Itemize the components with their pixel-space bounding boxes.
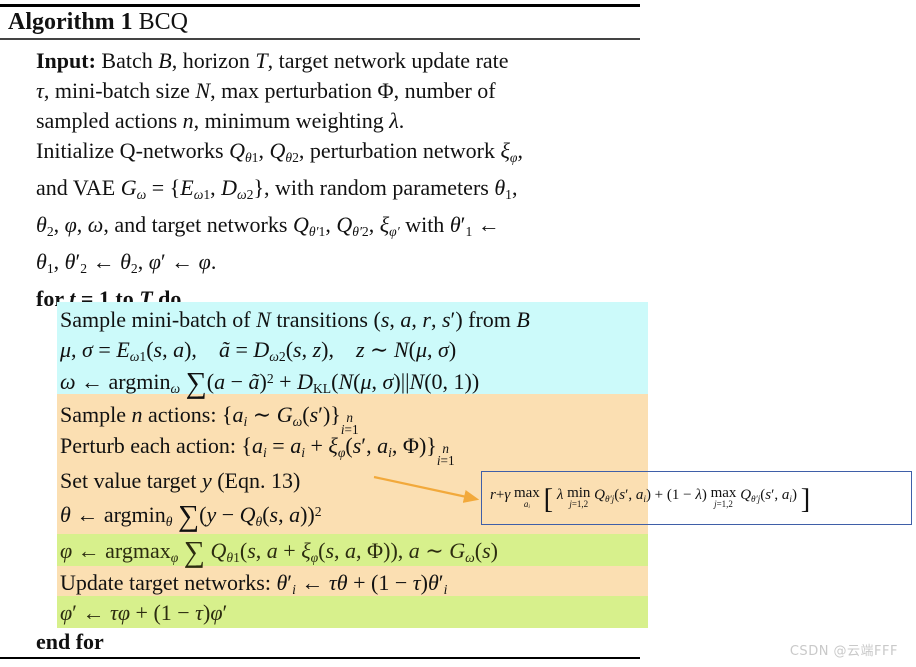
watermark: CSDN @云端FFF (789, 644, 898, 659)
step-set-value-target: Set value target y (Eqn. 13) (60, 468, 301, 493)
top-rule (0, 4, 640, 7)
algorithm-title: Algorithm 1 BCQ (8, 8, 188, 36)
init-line-3: θ2, φ, ω, and target networks Qθ′1, Qθ′2… (36, 212, 500, 240)
algorithm-title-name: BCQ (138, 9, 189, 35)
algorithm-title-number: Algorithm 1 (8, 9, 133, 35)
input-line-3: sampled actions n, minimum weighting λ. (36, 108, 405, 133)
input-line-1: Input: Batch B, horizon T, target networ… (36, 48, 509, 73)
boxed-equation-eqn13: r+γ max ai [ λ min j=1,2 Qθ′j(s′, ai) + (1… (481, 471, 912, 525)
bottom-rule (0, 657, 640, 659)
init-line-4: θ1, θ′2 ← θ2, φ′ ← φ. (36, 249, 217, 277)
step-critic-update: θ ← argminθ ∑(y − Qθ(s, a))2 (60, 500, 322, 533)
init-line-2: and VAE Gω = {Eω1, Dω2}, with random par… (36, 175, 518, 203)
annotation-arrow-icon (373, 475, 480, 503)
step-vae-objective: ω ← argminω ∑(a − ã)2 + DKL(N(μ, σ)||N(0… (60, 367, 480, 400)
input-line-2: τ, mini-batch size N, max perturbation Φ… (36, 78, 496, 103)
algorithm-body: Input: Batch B, horizon T, target networ… (36, 46, 916, 314)
init-line-1: Initialize Q-networks Qθ1, Qθ2, perturba… (36, 138, 523, 166)
end-for-line: end for (36, 629, 104, 654)
title-rule (0, 38, 640, 40)
algorithm-block: Algorithm 1 BCQ Input: Batch B, horizon … (0, 0, 916, 667)
step-perturb-actions: Perturb each action: {ai = ai + ξφ(s′, a… (60, 433, 455, 469)
step-update-target-perturbation: φ′ ← τφ + (1 − τ)φ′ (60, 600, 228, 625)
step-sample-minibatch: Sample mini-batch of N transitions (s, a… (60, 307, 530, 332)
